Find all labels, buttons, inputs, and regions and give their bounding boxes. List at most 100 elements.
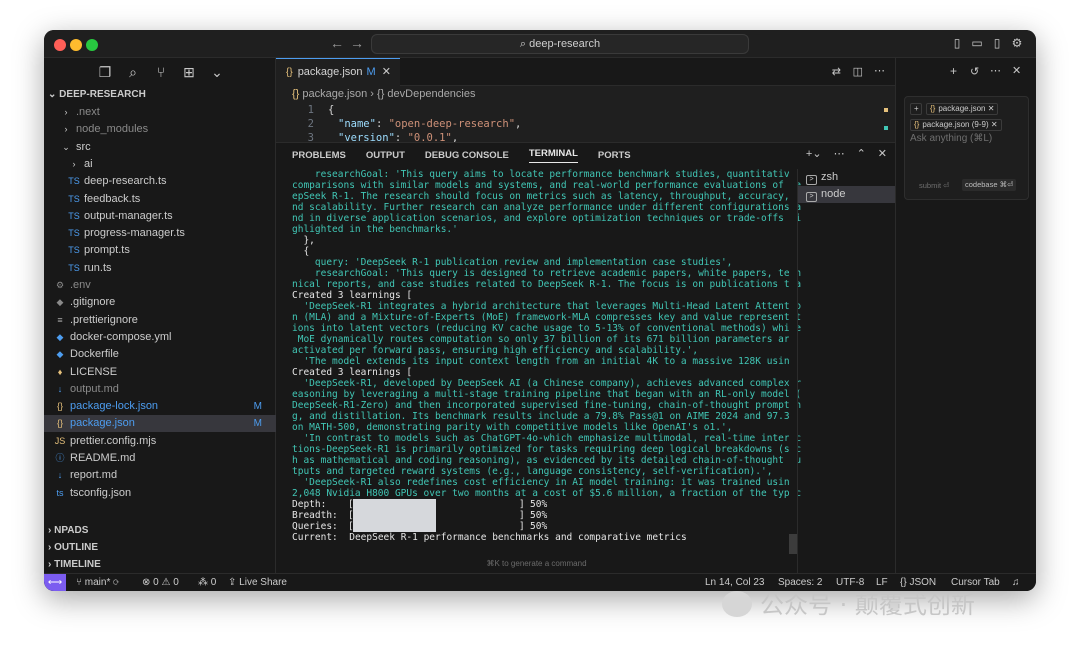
modified-badge: M [253,418,262,430]
command-center-search[interactable]: ⌕ deep-research [371,34,749,54]
file-tree-item[interactable]: ≡ .prettierignore [44,312,276,329]
file-tree-item[interactable]: ◆ docker-compose.yml [44,329,276,346]
add-context-button[interactable]: + [910,103,922,115]
terminal-line: 'DeepSeek-R1, developed by DeepSeek AI (… [292,378,802,389]
file-tree-item[interactable]: TS deep-research.ts [44,173,276,190]
more-actions-icon[interactable]: ⋯ [874,64,885,77]
file-tree-item[interactable]: ⓘ README.md [44,450,276,467]
compare-icon[interactable]: ⇄ [832,65,841,78]
split-editor-icon[interactable]: ◫ [853,65,863,78]
tab-package-json[interactable]: {} package.json M ✕ [276,58,400,86]
terminal-line: }, [292,235,315,246]
file-tree-item[interactable]: TS progress-manager.ts [44,225,276,242]
live-share-button[interactable]: ⇪ Live Share [228,574,287,591]
chat-input[interactable]: Ask anything (⌘L) [910,133,992,144]
modified-badge: M [366,66,376,78]
file-tree-item[interactable]: {} package.json M [44,415,276,433]
terminal-scrollbar-thumb[interactable] [789,534,797,554]
terminal-item-zsh[interactable]: > zsh [798,169,895,186]
maximize-panel-icon[interactable]: ⌃ [857,147,866,160]
close-window-button[interactable] [54,39,66,51]
terminal-line: { [292,246,310,257]
file-tree-item[interactable]: TS prompt.ts [44,242,276,259]
tab-output[interactable]: OUTPUT [366,150,405,161]
close-panel-icon[interactable]: ✕ [878,147,887,160]
ports-indicator[interactable]: ⁂ 0 [198,574,216,591]
file-tree-item[interactable]: ts tsconfig.json [44,485,276,502]
section-npads[interactable]: › NPADS [44,522,276,540]
context-chip[interactable]: {} package.json ✕ [926,103,999,115]
file-tree-item[interactable]: TS feedback.ts [44,191,276,208]
file-tree-label: package-lock.json [70,400,159,413]
explorer-root-header[interactable]: ⌄ DEEP-RESEARCH [44,86,276,104]
explorer-icon[interactable]: ❐ [96,64,114,81]
remote-icon[interactable]: ⟷ [44,574,66,591]
terminal-line: n (MLA) and a Mixture-of-Experts (MoE) f… [292,312,802,323]
terminal-line: 'DeepSeek-R1 also redefines cost efficie… [292,477,796,488]
terminal-line: 'The model extends its input context len… [292,356,796,367]
minimize-window-button[interactable] [70,39,82,51]
gear-icon[interactable]: ⚙ [1010,36,1024,50]
zoom-window-button[interactable] [86,39,98,51]
json-file-icon: {} [286,67,293,78]
new-terminal-icon[interactable]: +⌄ [806,147,822,160]
file-tree-item[interactable]: ↓ report.md [44,467,276,484]
file-tree-item[interactable]: › .next [44,104,276,121]
file-tree-label: feedback.ts [84,192,141,205]
file-tree-item[interactable]: › ai [44,156,276,173]
section-outline[interactable]: › OUTLINE [44,539,276,557]
context-chip[interactable]: {} package.json (9-9) ✕ [910,119,1002,131]
close-icon[interactable]: ✕ [382,66,391,78]
ts-icon: TS [68,176,80,187]
tab-debug-console[interactable]: DEBUG CONSOLE [425,150,509,161]
submit-button[interactable]: submit ⏎ [919,181,949,190]
codebase-button[interactable]: codebase ⌘⏎ [962,179,1017,191]
file-tree-item[interactable]: › node_modules [44,121,276,138]
file-tree-item[interactable]: ◆ Dockerfile [44,346,276,363]
toggle-secondary-sidebar-icon[interactable]: ▯ [990,36,1004,50]
toggle-panel-icon[interactable]: ▭ [970,36,984,50]
code-editor[interactable]: 1 { 2 "name": "open-deep-research", 3 "v… [276,102,895,142]
file-tree-label: .gitignore [70,296,116,309]
chat-input-box[interactable]: + {} package.json ✕ {} package.json (9-9) … [904,96,1029,200]
problems-indicator[interactable]: ⊗ 0 ⚠ 0 [142,574,179,591]
file-tree-item[interactable]: ⌄ src [44,139,276,156]
source-control-icon[interactable]: ⑂ [152,64,170,80]
breadcrumb-symbol[interactable]: devDependencies [387,88,475,100]
file-tree-item[interactable]: ◆ .gitignore [44,294,276,311]
section-timeline[interactable]: › TIMELINE [44,556,276,574]
terminal-line: h as mathematical and coding reasoning),… [292,455,802,466]
file-tree-item[interactable]: TS output-manager.ts [44,208,276,225]
chevron-down-icon[interactable]: ⌄ [208,64,226,81]
back-arrow-icon[interactable]: ← [330,35,344,51]
extensions-icon[interactable]: ⊞ [180,64,198,81]
search-icon[interactable]: ⌕ [124,64,142,81]
history-icon[interactable]: ↺ [970,65,979,78]
breadcrumb-file[interactable]: package.json [302,88,367,100]
ts-icon: TS [68,210,80,221]
terminal-line: 'In contrast to models such as ChatGPT-4… [292,433,802,444]
terminal-scrollbar-track[interactable] [789,169,797,555]
toggle-sidebar-icon[interactable]: ▯ [950,36,964,50]
tab-terminal[interactable]: TERMINAL [528,148,578,163]
file-tree-item[interactable]: ♦ LICENSE [44,364,276,381]
forward-arrow-icon[interactable]: → [350,35,364,51]
editor-tabs: {} package.json M ✕ ⇄ ◫ ⋯ [276,58,895,86]
file-tree-item[interactable]: TS run.ts [44,260,276,277]
tab-problems[interactable]: PROBLEMS [292,150,346,161]
file-tree-item[interactable]: JS prettier.config.mjs [44,433,276,450]
close-icon[interactable]: ✕ [1012,64,1021,77]
file-tree-label: docker-compose.yml [70,330,172,343]
more-actions-icon[interactable]: ⋯ [834,147,845,160]
terminal-line: nd scalability. Further research can ana… [292,202,802,213]
terminal-item-node[interactable]: > node [798,186,895,203]
terminal-line: tputs and targeted reward systems (e.g.,… [292,466,773,477]
more-actions-icon[interactable]: ⋯ [990,64,1001,77]
file-tree-item[interactable]: ⚙ .env [44,277,276,294]
terminal-output[interactable]: researchGoal: 'This query aims to locate… [292,169,801,553]
tab-ports[interactable]: PORTS [598,150,631,161]
branch-indicator[interactable]: ⑂ main* ⟳ [76,574,119,591]
file-tree-item[interactable]: {} package-lock.json M [44,398,276,415]
add-chat-icon[interactable]: + [950,64,957,78]
file-tree-item[interactable]: ↓ output.md [44,381,276,398]
